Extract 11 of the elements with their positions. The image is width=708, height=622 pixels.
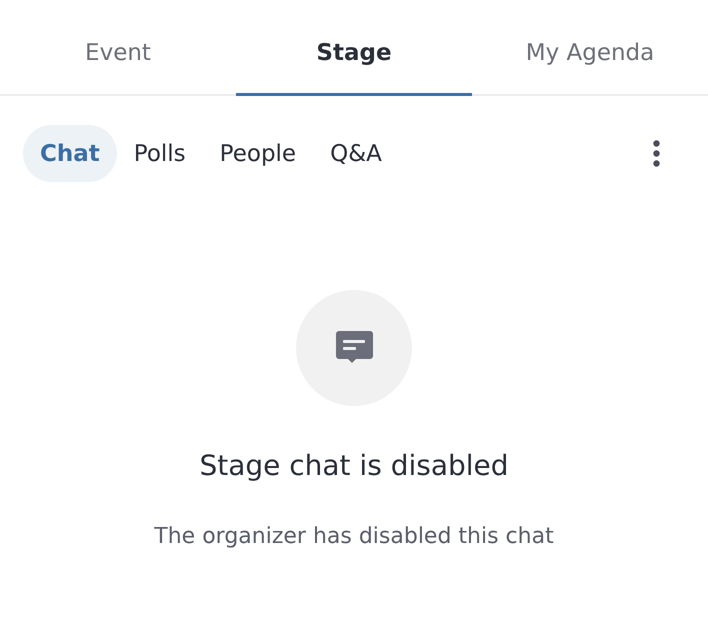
sub-tab[interactable]: Q&A bbox=[313, 125, 399, 182]
empty-state-title: Stage chat is disabled bbox=[199, 449, 509, 483]
sub-tab[interactable]: Chat bbox=[23, 125, 117, 182]
chat-bubble-icon bbox=[296, 290, 412, 406]
main-tab[interactable]: Event bbox=[0, 0, 236, 96]
main-tab[interactable]: My Agenda bbox=[472, 0, 708, 96]
more-options-icon[interactable] bbox=[653, 140, 660, 167]
main-tab[interactable]: Stage bbox=[236, 0, 472, 96]
sub-tab[interactable]: People bbox=[202, 125, 314, 182]
empty-state-message: The organizer has disabled this chat bbox=[154, 523, 554, 551]
sub-tab[interactable]: Polls bbox=[116, 125, 203, 182]
